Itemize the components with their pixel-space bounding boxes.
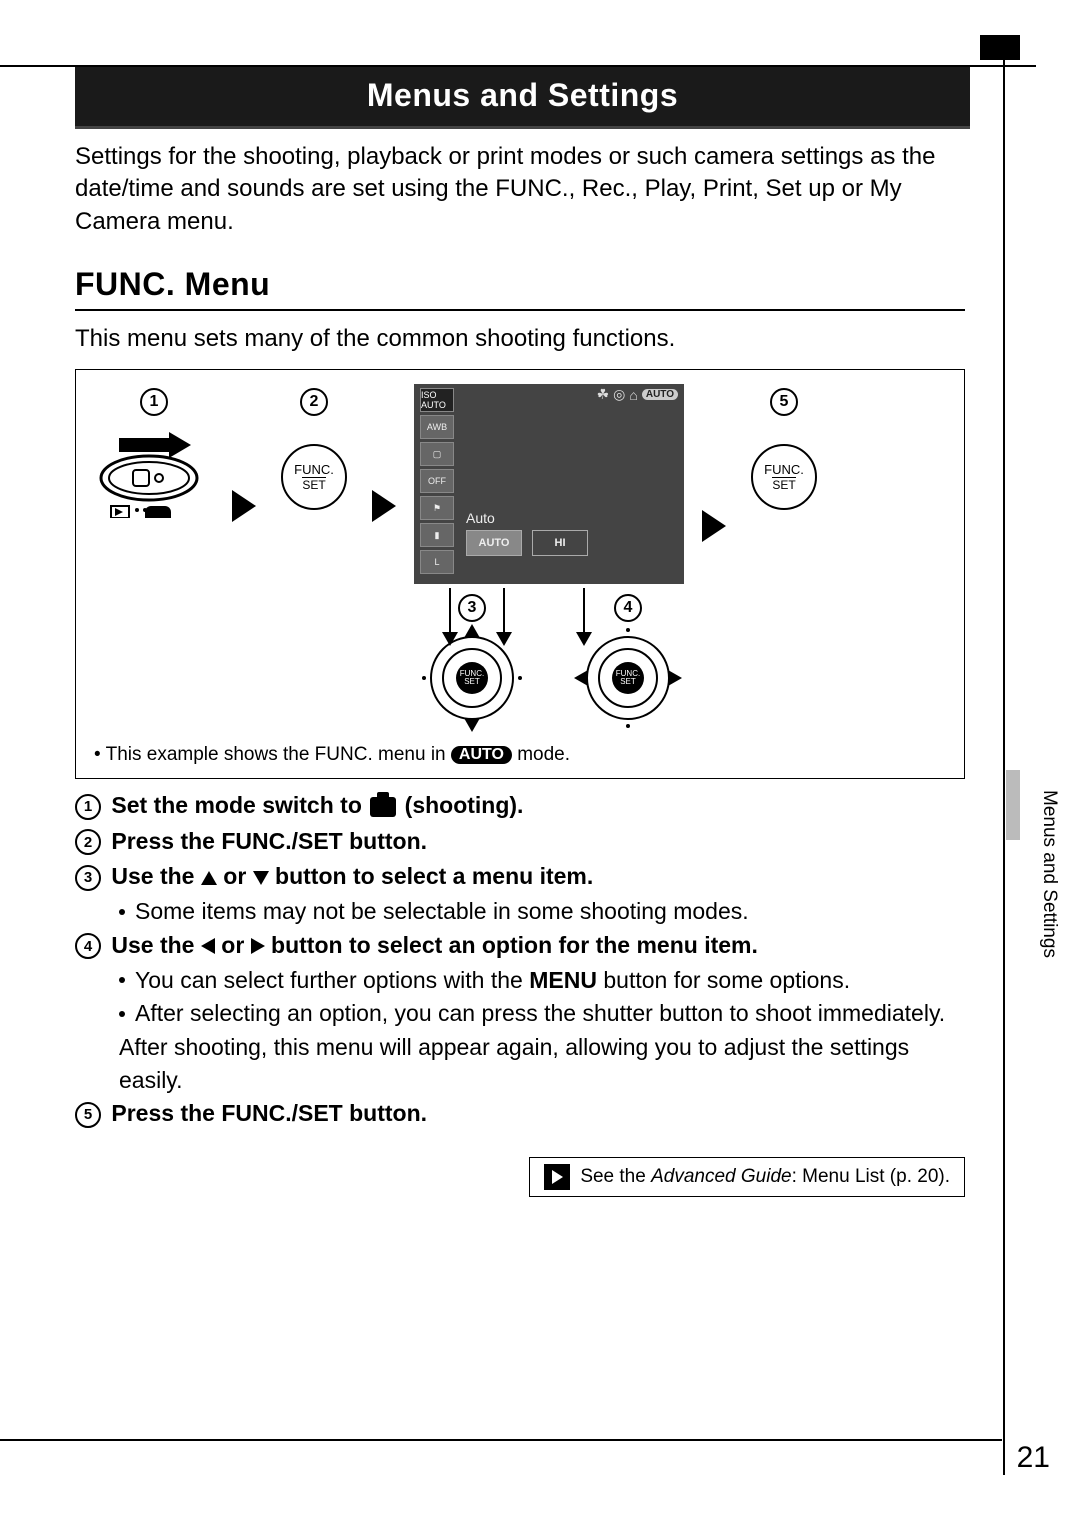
corner-tab [980,35,1020,60]
side-label: Menus and Settings [1038,790,1060,958]
arrow-right-icon [372,490,396,522]
sidebar-meter: ⚑ [420,496,454,520]
see-arrow-icon [544,1164,570,1190]
see-also-box: See the Advanced Guide: Menu List (p. 20… [529,1157,965,1197]
diagram-caption: • This example shows the FUNC. menu in A… [94,744,946,766]
option-auto: AUTO [466,530,522,556]
screen-status-icons: ☘◎⌂ AUTO [597,386,678,403]
func-set-button: FUNC. SET [281,444,347,510]
down-arrow-icon [253,871,269,885]
sidebar-size: L [420,550,454,574]
left-arrow-icon [201,938,215,954]
right-arrow-icon [251,938,265,954]
sidebar-iso: ISO AUTO [420,388,454,412]
arrow-right-icon [702,510,726,542]
page-number: 21 [1017,1441,1050,1475]
lcd-screen: ISO AUTO AWB ▢ OFF ⚑ ▮ L ☘◎⌂ AUTO Auto [414,384,684,584]
section-sub: This menu sets many of the common shooti… [75,325,965,353]
callout-5: 5 [770,388,798,416]
sidebar-off: OFF [420,469,454,493]
func-label: FUNC. [294,463,334,476]
func-label: FUNC. [764,463,804,476]
set-label: SET [772,477,795,491]
intro-text: Settings for the shooting, playback or p… [75,141,965,238]
step4-sub2: After selecting an option, you can press… [119,1000,945,1093]
auto-badge: AUTO [451,746,512,764]
diagram-box: 1 [75,369,965,779]
control-pad-vertical: FUNC.SET [424,630,520,726]
right-rule [1003,60,1005,1475]
option-hi: HI [532,530,588,556]
sidebar-comp: ▮ [420,523,454,547]
sidebar-awb: AWB [420,415,454,439]
step3-sub: Some items may not be selectable in some… [135,898,749,924]
steps-list: 1 Set the mode switch to (shooting). 2 P… [75,789,965,1130]
callout-2: 2 [300,388,328,416]
section-heading: FUNC. Menu [75,266,965,311]
sidebar-drive: ▢ [420,442,454,466]
callout-1: 1 [140,388,168,416]
mode-switch-graphic [99,428,209,523]
side-tab [1006,770,1020,840]
up-arrow-icon [201,871,217,885]
arrow-right-icon [232,490,256,522]
func-set-button: FUNC. SET [751,444,817,510]
title-bar: Menus and Settings [75,67,970,129]
set-label: SET [302,477,325,491]
control-pad-horizontal: FUNC.SET [580,630,676,726]
callout-4: 4 [614,594,642,622]
bottom-rule [0,1439,1002,1441]
camera-icon [370,797,396,817]
screen-option-label: Auto [466,510,495,526]
